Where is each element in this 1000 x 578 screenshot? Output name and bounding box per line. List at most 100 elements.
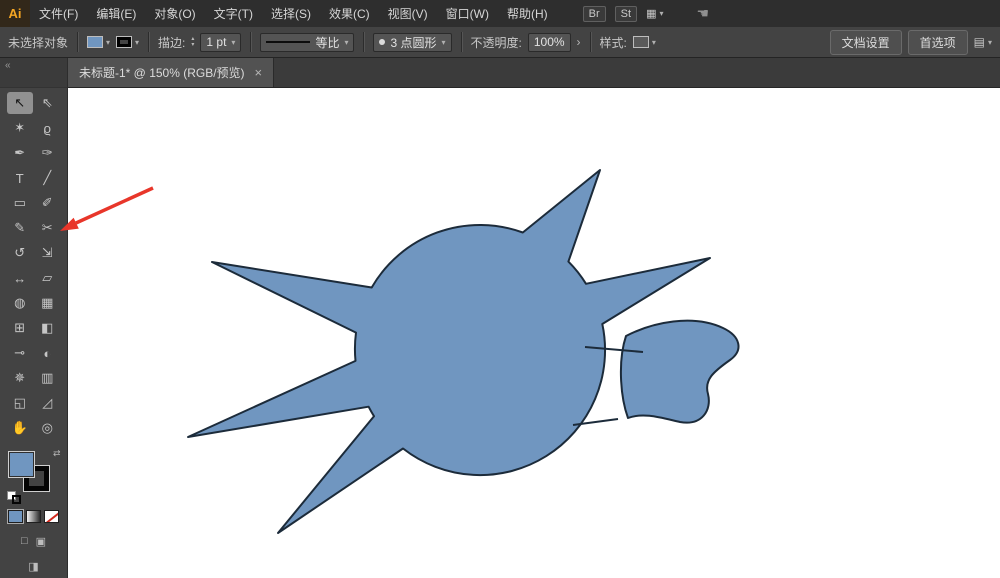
type-tool[interactable]: T [7, 167, 33, 189]
eyedropper-tool[interactable]: ⊸ [7, 342, 33, 364]
mesh-tool[interactable]: ⊞ [7, 317, 33, 339]
menu-type[interactable]: 文字(T) [205, 0, 262, 27]
artboard[interactable] [68, 88, 1000, 578]
menu-window[interactable]: 窗口(W) [437, 0, 498, 27]
hand-cursor-icon: ☚ [696, 5, 710, 21]
eyedropper-icon: ⊸ [14, 345, 26, 360]
rotate-tool[interactable]: ↺ [7, 242, 33, 264]
gradient-tool[interactable]: ◧ [34, 317, 60, 339]
opacity-input[interactable]: 100% [527, 32, 571, 52]
pen-tool[interactable]: ✒ [7, 142, 33, 164]
lasso-tool[interactable]: ϱ [34, 117, 60, 139]
separator [589, 32, 591, 52]
cut-piece-shape[interactable] [619, 319, 740, 424]
symbol-sprayer-icon: ✵ [14, 370, 26, 385]
slice-tool[interactable]: ◿ [34, 392, 60, 414]
width-tool[interactable]: ↔ [7, 267, 33, 289]
document-tab-bar: 未标题-1* @ 150% (RGB/预览) × [68, 58, 1000, 88]
paintbrush-tool[interactable]: ✐ [34, 192, 60, 214]
free-transform-tool[interactable]: ▱ [34, 267, 60, 289]
stroke-profile-dropdown[interactable]: 等比 ▾ [260, 32, 355, 52]
artboard-tool[interactable]: ◱ [7, 392, 33, 414]
arrange-documents-icon: ▦ [646, 8, 657, 20]
gradient-mode-button[interactable] [26, 510, 41, 523]
tools-panel-header[interactable]: « [0, 58, 67, 88]
preferences-button[interactable]: 首选项 [907, 29, 968, 55]
paintbrush-icon: ✐ [41, 195, 53, 210]
chevron-down-icon: ▾ [106, 37, 111, 47]
brush-definition-dropdown[interactable]: 3 点圆形 ▾ [373, 32, 452, 52]
screen-mode-icon[interactable]: ◨ [28, 560, 38, 573]
gradient-icon: ◧ [41, 320, 54, 335]
collapse-panel-icon[interactable]: « [5, 60, 11, 71]
menu-select[interactable]: 选择(S) [262, 0, 320, 27]
draw-behind-icon[interactable]: ▣ [36, 535, 46, 548]
stroke-weight-stepper[interactable]: ▴ ▾ [191, 36, 194, 48]
menu-effect[interactable]: 效果(C) [320, 0, 379, 27]
scale-icon: ⇲ [41, 245, 53, 260]
fill-stroke-widget: ⇄ [6, 448, 61, 504]
shape-builder-tool[interactable]: ◍ [7, 292, 33, 314]
hand-tool[interactable]: ✋ [7, 417, 33, 439]
stroke-color-dropdown[interactable]: ▾ [116, 36, 139, 48]
menu-object[interactable]: 对象(O) [145, 0, 204, 27]
scissors-tool[interactable]: ✂ [34, 217, 60, 239]
menu-help[interactable]: 帮助(H) [498, 0, 557, 27]
stepper-down-icon[interactable]: ▾ [191, 42, 194, 48]
illustrator-window: Ai 文件(F) 编辑(E) 对象(O) 文字(T) 选择(S) 效果(C) 视… [0, 0, 1000, 578]
line-tool[interactable]: ╱ [34, 167, 60, 189]
stroke-swatch [116, 36, 133, 48]
separator [363, 32, 365, 52]
rectangle-tool[interactable]: ▭ [7, 192, 33, 214]
color-mode-button[interactable] [8, 510, 23, 523]
symbol-sprayer-tool[interactable]: ✵ [7, 367, 33, 389]
magic-wand-icon: ✶ [14, 120, 26, 135]
selection-status: 未选择对象 [8, 35, 69, 50]
zoom-tool[interactable]: ◎ [34, 417, 60, 439]
selection-tool[interactable]: ↖ [6, 92, 33, 114]
style-dropdown[interactable]: ▾ [632, 36, 656, 48]
scale-tool[interactable]: ⇲ [34, 242, 60, 264]
magic-wand-tool[interactable]: ✶ [7, 117, 33, 139]
menu-edit[interactable]: 编辑(E) [87, 0, 145, 27]
blend-tool[interactable]: ◐ [34, 342, 60, 364]
color-mode-row [0, 510, 67, 523]
bridge-button[interactable]: Br [582, 5, 606, 22]
tab-close-icon[interactable]: × [255, 65, 263, 80]
scissors-icon: ✂ [41, 220, 53, 235]
menu-file[interactable]: 文件(F) [30, 0, 87, 27]
style-label: 样式: [599, 35, 627, 50]
canvas[interactable] [68, 88, 1000, 578]
panel-icon: ▤ [973, 35, 985, 49]
control-panel-menu[interactable]: ▤ ▾ [974, 35, 992, 49]
direct-selection-tool[interactable]: ⇖ [34, 92, 60, 114]
menu-view[interactable]: 视图(V) [379, 0, 437, 27]
rectangle-icon: ▭ [13, 195, 26, 210]
document-setup-button[interactable]: 文档设置 [829, 29, 902, 55]
separator [250, 32, 252, 52]
arrange-documents-button[interactable]: ▦ ▾ [646, 7, 663, 20]
opacity-label: 不透明度: [470, 35, 522, 50]
perspective-grid-icon: ▦ [41, 295, 54, 310]
separator [77, 32, 79, 52]
none-mode-button[interactable] [44, 510, 59, 523]
artboard-icon: ◱ [13, 395, 26, 410]
opacity-value: 100% [533, 35, 565, 49]
stroke-profile-line-icon [266, 41, 311, 43]
column-graph-tool[interactable]: ▥ [34, 367, 60, 389]
fill-color-well[interactable] [7, 451, 35, 478]
tools-panel: « ↖ ⇖ ✶ ϱ ✒ ✑ T ╱ ▭ ✐ ✎ ✂ ↺ ⇲ ↔ ▱ ◍ ▦ ⊞ … [0, 58, 68, 578]
opacity-panel-chevron-icon[interactable]: › [577, 35, 581, 49]
draw-normal-icon[interactable]: □ [21, 535, 28, 548]
fill-color-dropdown[interactable]: ▾ [87, 36, 110, 48]
shape-builder-icon: ◍ [14, 295, 26, 310]
pencil-tool[interactable]: ✎ [7, 217, 33, 239]
stock-button[interactable]: St [614, 5, 638, 22]
swap-fill-stroke-icon[interactable]: ⇄ [53, 448, 61, 459]
app-logo[interactable]: Ai [0, 0, 30, 27]
document-tab[interactable]: 未标题-1* @ 150% (RGB/预览) × [68, 58, 275, 87]
perspective-grid-tool[interactable]: ▦ [34, 292, 60, 314]
stroke-weight-input[interactable]: 1 pt ▾ [200, 32, 242, 52]
curvature-tool[interactable]: ✑ [34, 142, 60, 164]
control-bar: 未选择对象 ▾ ▾ 描边: ▴ ▾ 1 pt ▾ 等比 ▾ 3 点圆形 ▾ 不透… [0, 27, 1000, 58]
